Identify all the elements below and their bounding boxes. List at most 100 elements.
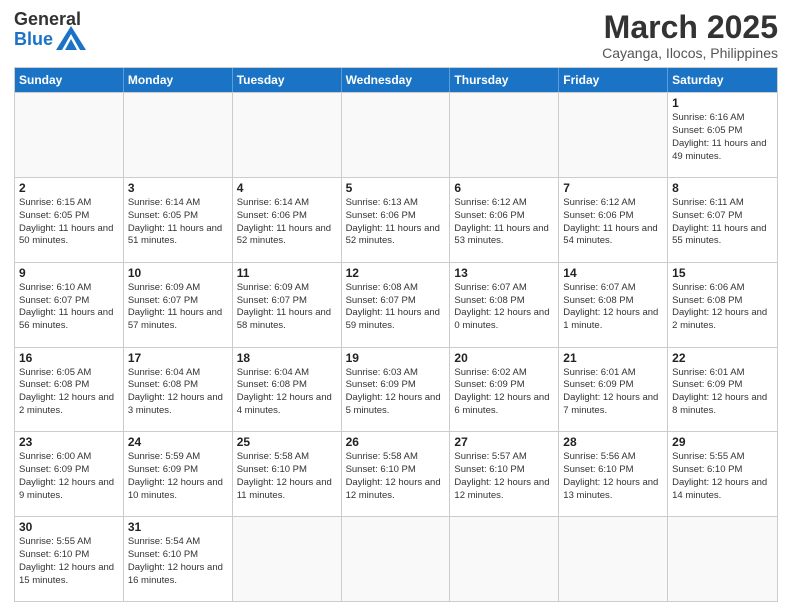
day-number: 3 [128, 181, 228, 195]
day-number: 12 [346, 266, 446, 280]
day-number: 29 [672, 435, 773, 449]
cal-cell: 21 Sunrise: 6:01 AM Sunset: 6:09 PM Dayli… [559, 348, 668, 432]
cal-cell: 10Sunrise: 6:09 AM Sunset: 6:07 PM Dayli… [124, 263, 233, 347]
week-row-5: 30 Sunrise: 5:55 AM Sunset: 6:10 PM Dayli… [15, 516, 777, 601]
day-info: Sunrise: 6:00 AM Sunset: 6:09 PM Dayligh… [19, 451, 119, 502]
cal-cell: 19 Sunrise: 6:03 AM Sunset: 6:09 PM Dayli… [342, 348, 451, 432]
day-info: Sunrise: 6:04 AM Sunset: 6:08 PM Dayligh… [237, 367, 337, 418]
day-number: 26 [346, 435, 446, 449]
header-day-saturday: Saturday [668, 68, 777, 92]
day-number: 24 [128, 435, 228, 449]
cal-cell: 15Sunrise: 6:06 AM Sunset: 6:08 PM Dayli… [668, 263, 777, 347]
day-info: Sunrise: 6:13 AM Sunset: 6:06 PM Dayligh… [346, 197, 446, 248]
day-number: 9 [19, 266, 119, 280]
cal-cell [124, 93, 233, 177]
day-info: Sunrise: 5:54 AM Sunset: 6:10 PM Dayligh… [128, 536, 228, 587]
day-info: Sunrise: 6:12 AM Sunset: 6:06 PM Dayligh… [454, 197, 554, 248]
day-info: Sunrise: 5:58 AM Sunset: 6:10 PM Dayligh… [346, 451, 446, 502]
day-number: 23 [19, 435, 119, 449]
cal-cell: 5 Sunrise: 6:13 AM Sunset: 6:06 PM Daylig… [342, 178, 451, 262]
day-number: 6 [454, 181, 554, 195]
day-info: Sunrise: 6:15 AM Sunset: 6:05 PM Dayligh… [19, 197, 119, 248]
cal-cell: 29 Sunrise: 5:55 AM Sunset: 6:10 PM Dayli… [668, 432, 777, 516]
cal-cell [668, 517, 777, 601]
day-info: Sunrise: 5:59 AM Sunset: 6:09 PM Dayligh… [128, 451, 228, 502]
header-day-monday: Monday [124, 68, 233, 92]
cal-cell [233, 517, 342, 601]
cal-cell: 6 Sunrise: 6:12 AM Sunset: 6:06 PM Daylig… [450, 178, 559, 262]
cal-cell: 11 Sunrise: 6:09 AM Sunset: 6:07 PM Dayli… [233, 263, 342, 347]
logo-icon [56, 26, 86, 50]
day-number: 10 [128, 266, 228, 280]
month-year: March 2025 [602, 10, 778, 45]
cal-cell [559, 93, 668, 177]
day-number: 19 [346, 351, 446, 365]
title-block: March 2025 Cayanga, Ilocos, Philippines [602, 10, 778, 61]
day-info: Sunrise: 6:12 AM Sunset: 6:06 PM Dayligh… [563, 197, 663, 248]
day-info: Sunrise: 5:55 AM Sunset: 6:10 PM Dayligh… [19, 536, 119, 587]
cal-cell: 23 Sunrise: 6:00 AM Sunset: 6:09 PM Dayli… [15, 432, 124, 516]
day-number: 5 [346, 181, 446, 195]
day-number: 25 [237, 435, 337, 449]
day-info: Sunrise: 6:05 AM Sunset: 6:08 PM Dayligh… [19, 367, 119, 418]
cal-cell: 13Sunrise: 6:07 AM Sunset: 6:08 PM Dayli… [450, 263, 559, 347]
header-day-thursday: Thursday [450, 68, 559, 92]
day-info: Sunrise: 6:06 AM Sunset: 6:08 PM Dayligh… [672, 282, 773, 333]
cal-cell [342, 93, 451, 177]
header-day-wednesday: Wednesday [342, 68, 451, 92]
day-info: Sunrise: 6:07 AM Sunset: 6:08 PM Dayligh… [454, 282, 554, 333]
cal-cell [15, 93, 124, 177]
day-number: 28 [563, 435, 663, 449]
day-number: 21 [563, 351, 663, 365]
cal-cell: 1Sunrise: 6:16 AM Sunset: 6:05 PM Daylig… [668, 93, 777, 177]
day-info: Sunrise: 6:07 AM Sunset: 6:08 PM Dayligh… [563, 282, 663, 333]
cal-cell: 26 Sunrise: 5:58 AM Sunset: 6:10 PM Dayli… [342, 432, 451, 516]
day-number: 11 [237, 266, 337, 280]
cal-cell: 8Sunrise: 6:11 AM Sunset: 6:07 PM Daylig… [668, 178, 777, 262]
header-day-friday: Friday [559, 68, 668, 92]
cal-cell: 24 Sunrise: 5:59 AM Sunset: 6:09 PM Dayli… [124, 432, 233, 516]
cal-cell: 27 Sunrise: 5:57 AM Sunset: 6:10 PM Dayli… [450, 432, 559, 516]
day-number: 30 [19, 520, 119, 534]
cal-cell: 7Sunrise: 6:12 AM Sunset: 6:06 PM Daylig… [559, 178, 668, 262]
day-number: 14 [563, 266, 663, 280]
day-number: 4 [237, 181, 337, 195]
day-number: 27 [454, 435, 554, 449]
day-info: Sunrise: 6:01 AM Sunset: 6:09 PM Dayligh… [563, 367, 663, 418]
cal-cell: 20Sunrise: 6:02 AM Sunset: 6:09 PM Dayli… [450, 348, 559, 432]
day-info: Sunrise: 6:01 AM Sunset: 6:09 PM Dayligh… [672, 367, 773, 418]
day-info: Sunrise: 6:10 AM Sunset: 6:07 PM Dayligh… [19, 282, 119, 333]
day-number: 2 [19, 181, 119, 195]
header-day-sunday: Sunday [15, 68, 124, 92]
location: Cayanga, Ilocos, Philippines [602, 45, 778, 61]
day-number: 17 [128, 351, 228, 365]
day-number: 22 [672, 351, 773, 365]
week-row-2: 9 Sunrise: 6:10 AM Sunset: 6:07 PM Daylig… [15, 262, 777, 347]
week-row-1: 2 Sunrise: 6:15 AM Sunset: 6:05 PM Daylig… [15, 177, 777, 262]
cal-cell: 3 Sunrise: 6:14 AM Sunset: 6:05 PM Daylig… [124, 178, 233, 262]
cal-cell: 16Sunrise: 6:05 AM Sunset: 6:08 PM Dayli… [15, 348, 124, 432]
day-info: Sunrise: 6:09 AM Sunset: 6:07 PM Dayligh… [237, 282, 337, 333]
page: General Blue March 2025 Cayanga, Ilocos,… [0, 0, 792, 612]
header: General Blue March 2025 Cayanga, Ilocos,… [14, 10, 778, 61]
cal-cell [559, 517, 668, 601]
calendar-header: SundayMondayTuesdayWednesdayThursdayFrid… [15, 68, 777, 92]
day-info: Sunrise: 6:11 AM Sunset: 6:07 PM Dayligh… [672, 197, 773, 248]
cal-cell: 14 Sunrise: 6:07 AM Sunset: 6:08 PM Dayli… [559, 263, 668, 347]
cal-cell: 22 Sunrise: 6:01 AM Sunset: 6:09 PM Dayli… [668, 348, 777, 432]
day-info: Sunrise: 5:57 AM Sunset: 6:10 PM Dayligh… [454, 451, 554, 502]
cal-cell: 30 Sunrise: 5:55 AM Sunset: 6:10 PM Dayli… [15, 517, 124, 601]
day-info: Sunrise: 6:14 AM Sunset: 6:06 PM Dayligh… [237, 197, 337, 248]
week-row-0: 1Sunrise: 6:16 AM Sunset: 6:05 PM Daylig… [15, 92, 777, 177]
cal-cell: 9 Sunrise: 6:10 AM Sunset: 6:07 PM Daylig… [15, 263, 124, 347]
day-info: Sunrise: 6:14 AM Sunset: 6:05 PM Dayligh… [128, 197, 228, 248]
day-number: 18 [237, 351, 337, 365]
day-info: Sunrise: 5:55 AM Sunset: 6:10 PM Dayligh… [672, 451, 773, 502]
cal-cell: 18 Sunrise: 6:04 AM Sunset: 6:08 PM Dayli… [233, 348, 342, 432]
day-number: 31 [128, 520, 228, 534]
cal-cell: 2 Sunrise: 6:15 AM Sunset: 6:05 PM Daylig… [15, 178, 124, 262]
day-number: 1 [672, 96, 773, 110]
cal-cell [450, 93, 559, 177]
cal-cell: 17Sunrise: 6:04 AM Sunset: 6:08 PM Dayli… [124, 348, 233, 432]
day-info: Sunrise: 6:03 AM Sunset: 6:09 PM Dayligh… [346, 367, 446, 418]
